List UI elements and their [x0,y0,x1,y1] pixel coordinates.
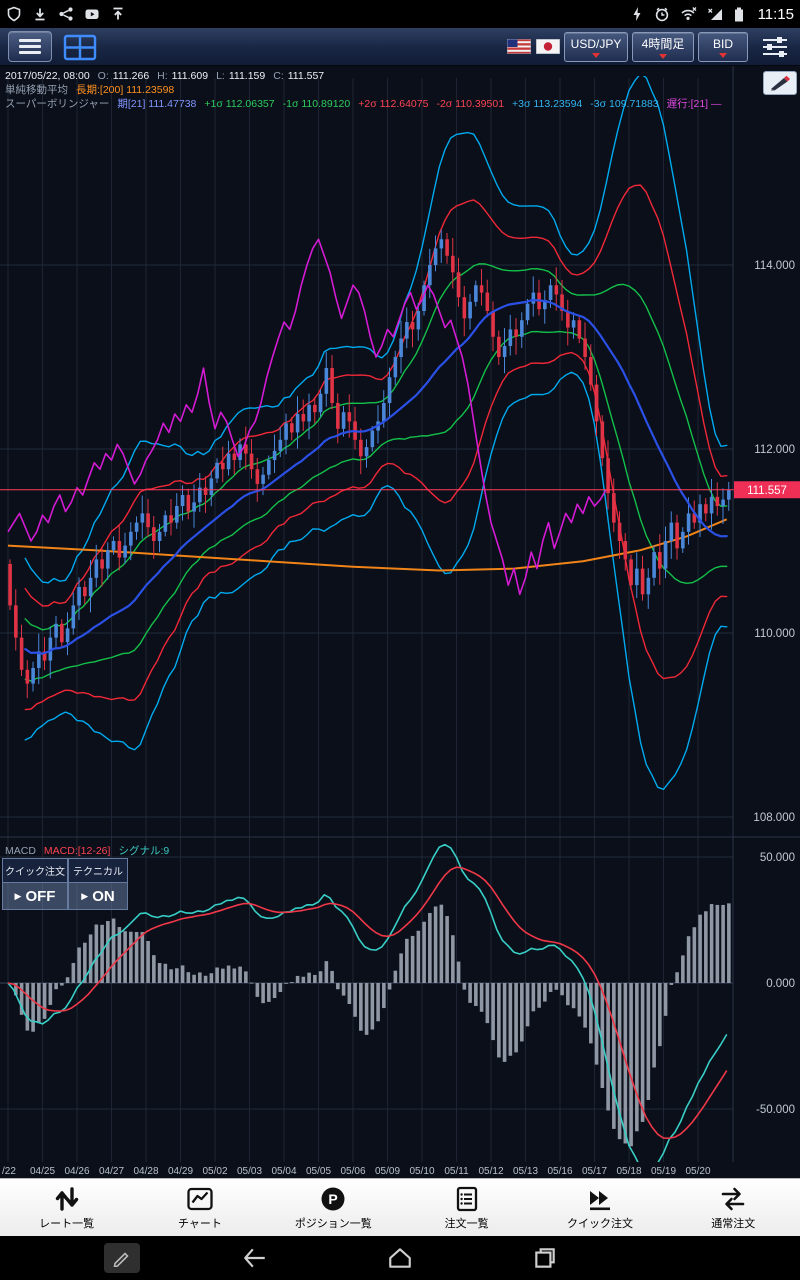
svg-text:05/06: 05/06 [340,1166,365,1177]
menu-button[interactable] [8,31,52,62]
svg-text:P: P [329,1191,338,1207]
shield-icon [7,6,21,22]
hamburger-icon [19,39,41,42]
nav-normal-order[interactable]: 通常注文 [667,1179,800,1236]
svg-text:/22: /22 [2,1166,16,1177]
bottom-nav: レート一覧 チャート P ポジション一覧 注文一覧 クイック注文 通常注文 [0,1178,800,1236]
app-toolbar: USD/JPY 4時間足 BID [0,28,800,66]
svg-text:05/13: 05/13 [513,1166,538,1177]
technical-tab[interactable]: テクニカル [68,858,128,883]
jp-flag-icon [536,39,560,54]
handwriting-button[interactable] [104,1243,140,1273]
svg-text:05/09: 05/09 [375,1166,400,1177]
state-arrow-icon: ▶ [14,890,22,901]
bid-label: BID [712,36,733,51]
us-flag-icon [507,39,531,54]
dropdown-caret-icon [659,54,667,59]
svg-text:04/25: 04/25 [30,1166,55,1177]
svg-text:05/16: 05/16 [547,1166,572,1177]
play-icon [85,9,99,19]
svg-text:04/28: 04/28 [133,1166,158,1177]
nav-positions[interactable]: P ポジション一覧 [267,1179,400,1236]
clock: 11:15 [757,5,794,23]
upload-icon [113,7,123,20]
svg-text:05/11: 05/11 [444,1166,469,1177]
quick-order-toggle[interactable]: ▶ OFF [2,883,68,910]
svg-text:112.000: 112.000 [754,444,795,456]
svg-text:114.000: 114.000 [754,260,795,272]
svg-text:108.000: 108.000 [753,812,795,824]
battery-icon [734,7,743,21]
svg-text:05/20: 05/20 [685,1166,710,1177]
recents-icon [535,1248,555,1268]
dropdown-caret-icon [719,52,727,58]
state-arrow-icon: ▶ [81,890,89,901]
svg-text:05/17: 05/17 [582,1166,607,1177]
chart-area: 114.000 112.000 110.000 108.000 50.000 0.000 -… [0,66,800,1178]
nav-rates[interactable]: レート一覧 [0,1179,133,1236]
currency-flags [507,39,560,54]
svg-text:04/26: 04/26 [64,1166,89,1177]
app-root: 11:15 USD/JPY 4時間足 BID 114.000 112.000 1… [0,0,800,1280]
timeframe-button[interactable]: 4時間足 [632,32,694,62]
svg-text:05/18: 05/18 [616,1166,641,1177]
alarm-icon [655,7,668,22]
status-right-icons: 11:15 [630,6,794,23]
quick-order-overlay: クイック注文 テクニカル ▶ OFF ▶ ON [2,858,128,910]
timeframe-label: 4時間足 [641,37,685,51]
bid-ask-button[interactable]: BID [698,32,748,62]
android-nav-bar [0,1236,800,1280]
technical-toggle[interactable]: ▶ ON [68,883,128,910]
quick-order-tab[interactable]: クイック注文 [2,858,68,883]
svg-text:05/12: 05/12 [478,1166,503,1177]
chart-icon [187,1187,213,1210]
handwriting-icon [113,1252,129,1267]
svg-text:04/27: 04/27 [99,1166,124,1177]
positions-icon: P [321,1187,345,1210]
svg-text:05/04: 05/04 [271,1166,296,1177]
back-icon [244,1248,265,1268]
signal-x-icon [707,8,722,20]
dropdown-caret-icon [592,52,600,58]
grid-layout-icon [63,34,97,60]
share-icon [59,7,73,21]
back-button[interactable] [232,1243,278,1273]
nav-orders[interactable]: 注文一覧 [400,1179,533,1236]
svg-text:111.557: 111.557 [747,485,787,497]
nav-chart[interactable]: チャート [133,1179,266,1236]
svg-text:110.000: 110.000 [754,628,795,640]
power-icon [633,7,641,21]
android-status-bar: 11:15 [0,0,800,28]
svg-text:50.000: 50.000 [760,852,795,864]
svg-text:04/29: 04/29 [168,1166,193,1177]
home-icon [389,1248,411,1268]
currency-pair-label: USD/JPY [570,36,622,51]
settings-button[interactable] [758,34,792,60]
chart-layout-button[interactable] [62,33,98,61]
rates-icon [55,1186,78,1211]
svg-text:05/10: 05/10 [409,1166,434,1177]
pencil-icon [771,75,790,92]
svg-text:-50.000: -50.000 [756,1104,795,1116]
svg-text:05/02: 05/02 [202,1166,227,1177]
recents-button[interactable] [522,1243,568,1273]
quick-order-icon [589,1190,610,1210]
price-chart[interactable]: 114.000 112.000 110.000 108.000 50.000 0.000 -… [0,66,800,1178]
nav-quick-order[interactable]: クイック注文 [533,1179,666,1236]
home-button[interactable] [377,1243,423,1273]
wifi-x-icon [681,7,697,20]
draw-tool-button[interactable] [763,71,797,95]
normal-order-icon [721,1187,745,1210]
currency-pair-button[interactable]: USD/JPY [564,32,628,62]
svg-text:05/05: 05/05 [306,1166,331,1177]
download-icon [35,8,45,21]
status-left-icons [6,6,126,22]
orders-icon [456,1186,477,1211]
sliders-icon [763,37,787,57]
svg-text:05/19: 05/19 [651,1166,676,1177]
technical-state: ON [92,887,115,905]
quick-order-state: OFF [25,887,56,905]
svg-text:05/03: 05/03 [237,1166,262,1177]
svg-text:0.000: 0.000 [766,978,795,990]
